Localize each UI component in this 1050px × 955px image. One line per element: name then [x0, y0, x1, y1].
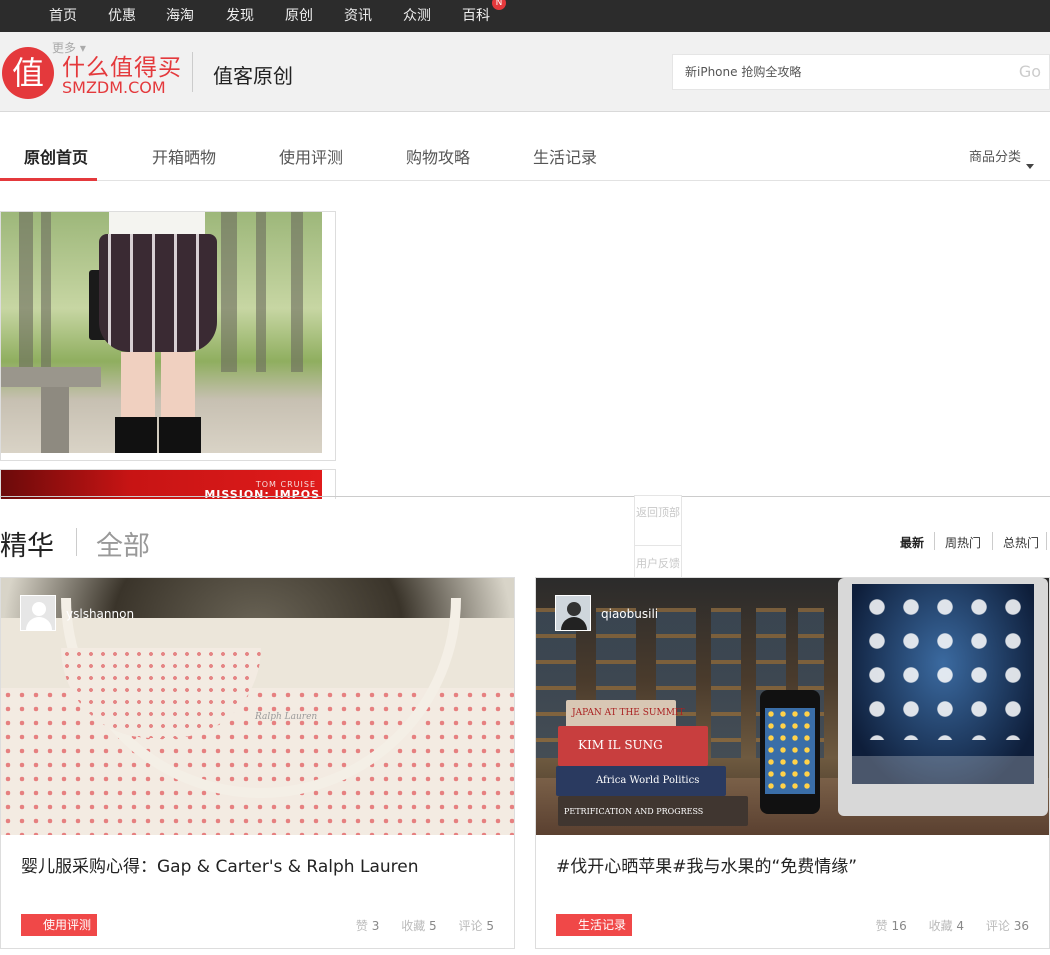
book-title: JAPAN AT THE SUMMIT	[572, 708, 685, 718]
like-count: 16	[891, 919, 907, 933]
comment-count: 36	[1013, 919, 1029, 933]
topnav-deals[interactable]: 优惠	[108, 0, 136, 32]
top-nav: 首页 优惠 海淘 发现 原创 资讯 众测 百科 N	[0, 0, 1050, 32]
site-header: 更多 ▾ 值 什么值得买 SMZDM.COM 值客原创 Go	[0, 32, 1050, 112]
category-tag[interactable]: 使用评测	[21, 914, 97, 936]
tab-review[interactable]: 使用评测	[279, 136, 343, 180]
article-card[interactable]: JAPAN AT THE SUMMIT KIM IL SUNG Africa W…	[535, 577, 1050, 949]
category-tag[interactable]: 生活记录	[556, 914, 632, 936]
sort-separator	[934, 532, 935, 550]
like-label[interactable]: 赞	[356, 919, 368, 933]
search-input[interactable]	[673, 55, 1003, 89]
author-name[interactable]: yslshannon	[66, 607, 134, 621]
logo-icon[interactable]: 值	[2, 47, 54, 99]
logo-text-cn[interactable]: 什么值得买	[62, 48, 182, 82]
sub-nav: 原创首页 开箱晒物 使用评测 购物攻略 生活记录 商品分类	[0, 136, 1050, 181]
page-title: 值客原创	[213, 64, 293, 88]
fav-label[interactable]: 收藏	[929, 919, 953, 933]
fav-count: 5	[429, 919, 437, 933]
like-label[interactable]: 赞	[876, 919, 888, 933]
card-stats: 赞 16 收藏 4 评论 36	[876, 917, 1029, 934]
fav-count: 4	[956, 919, 965, 933]
tab-shopping-guide[interactable]: 购物攻略	[406, 136, 470, 180]
topnav-haitao[interactable]: 海淘	[166, 0, 194, 32]
comment-count: 5	[486, 919, 494, 933]
new-badge: N	[492, 0, 506, 10]
tab-original-home[interactable]: 原创首页	[24, 136, 88, 180]
logo-text-en[interactable]: SMZDM.COM	[62, 78, 166, 97]
topnav-news[interactable]: 资讯	[344, 0, 372, 32]
section-all-link[interactable]: 全部	[96, 524, 150, 563]
topnav-home[interactable]: 首页	[49, 0, 77, 32]
sort-separator	[1046, 532, 1047, 550]
sort-separator	[992, 532, 993, 550]
header-divider	[192, 52, 193, 92]
avatar[interactable]	[555, 595, 591, 631]
comment-label[interactable]: 评论	[459, 919, 483, 933]
section-separator	[76, 528, 77, 556]
comment-label[interactable]: 评论	[986, 919, 1010, 933]
banner-text-line2: MISSION: IMPOS	[204, 488, 320, 499]
photo-label: Ralph Lauren	[255, 712, 318, 722]
card-title[interactable]: #伐开心晒苹果#我与水果的“免费情缘”	[556, 852, 857, 877]
search-go-button[interactable]: Go	[1019, 62, 1041, 81]
sort-latest[interactable]: 最新	[900, 534, 924, 551]
tab-unboxing[interactable]: 开箱晒物	[152, 136, 216, 180]
hero-banner-2[interactable]: TOM CRUISE MISSION: IMPOS	[0, 469, 336, 499]
topnav-original[interactable]: 原创	[285, 0, 313, 32]
card-stats: 赞 3 收藏 5 评论 5	[356, 917, 494, 934]
section-title[interactable]: 精华	[0, 524, 54, 563]
card-title[interactable]: 婴儿服采购心得：Gap & Carter's & Ralph Lauren	[21, 852, 419, 877]
section-divider	[0, 496, 1050, 497]
sort-all-time-hot[interactable]: 总热门	[1003, 534, 1039, 551]
book-title: Africa World Politics	[596, 775, 700, 786]
hero-image-2: TOM CRUISE MISSION: IMPOS	[1, 470, 322, 499]
topnav-trial[interactable]: 众测	[403, 0, 431, 32]
book-title: KIM IL SUNG	[578, 738, 663, 752]
fav-label[interactable]: 收藏	[401, 919, 425, 933]
like-count: 3	[371, 919, 380, 933]
book-title: PETRIFICATION AND PROGRESS	[564, 807, 704, 816]
back-to-top-button[interactable]: 返回顶部	[635, 496, 681, 546]
hero-image-1	[1, 212, 322, 453]
active-tab-indicator	[0, 178, 97, 181]
topnav-wiki[interactable]: 百科	[462, 0, 490, 32]
avatar[interactable]	[20, 595, 56, 631]
tab-life-record[interactable]: 生活记录	[533, 136, 597, 180]
hero-banner-1[interactable]	[0, 211, 336, 461]
category-dropdown[interactable]: 商品分类	[969, 136, 1021, 180]
topnav-discover[interactable]: 发现	[226, 0, 254, 32]
search-box: Go	[672, 54, 1050, 90]
chevron-down-icon[interactable]	[1026, 164, 1034, 169]
author-name[interactable]: qiaobusili	[601, 607, 658, 621]
article-card[interactable]: Ralph Lauren yslshannon 婴儿服采购心得：Gap & Ca…	[0, 577, 515, 949]
sort-weekly-hot[interactable]: 周热门	[945, 534, 981, 551]
